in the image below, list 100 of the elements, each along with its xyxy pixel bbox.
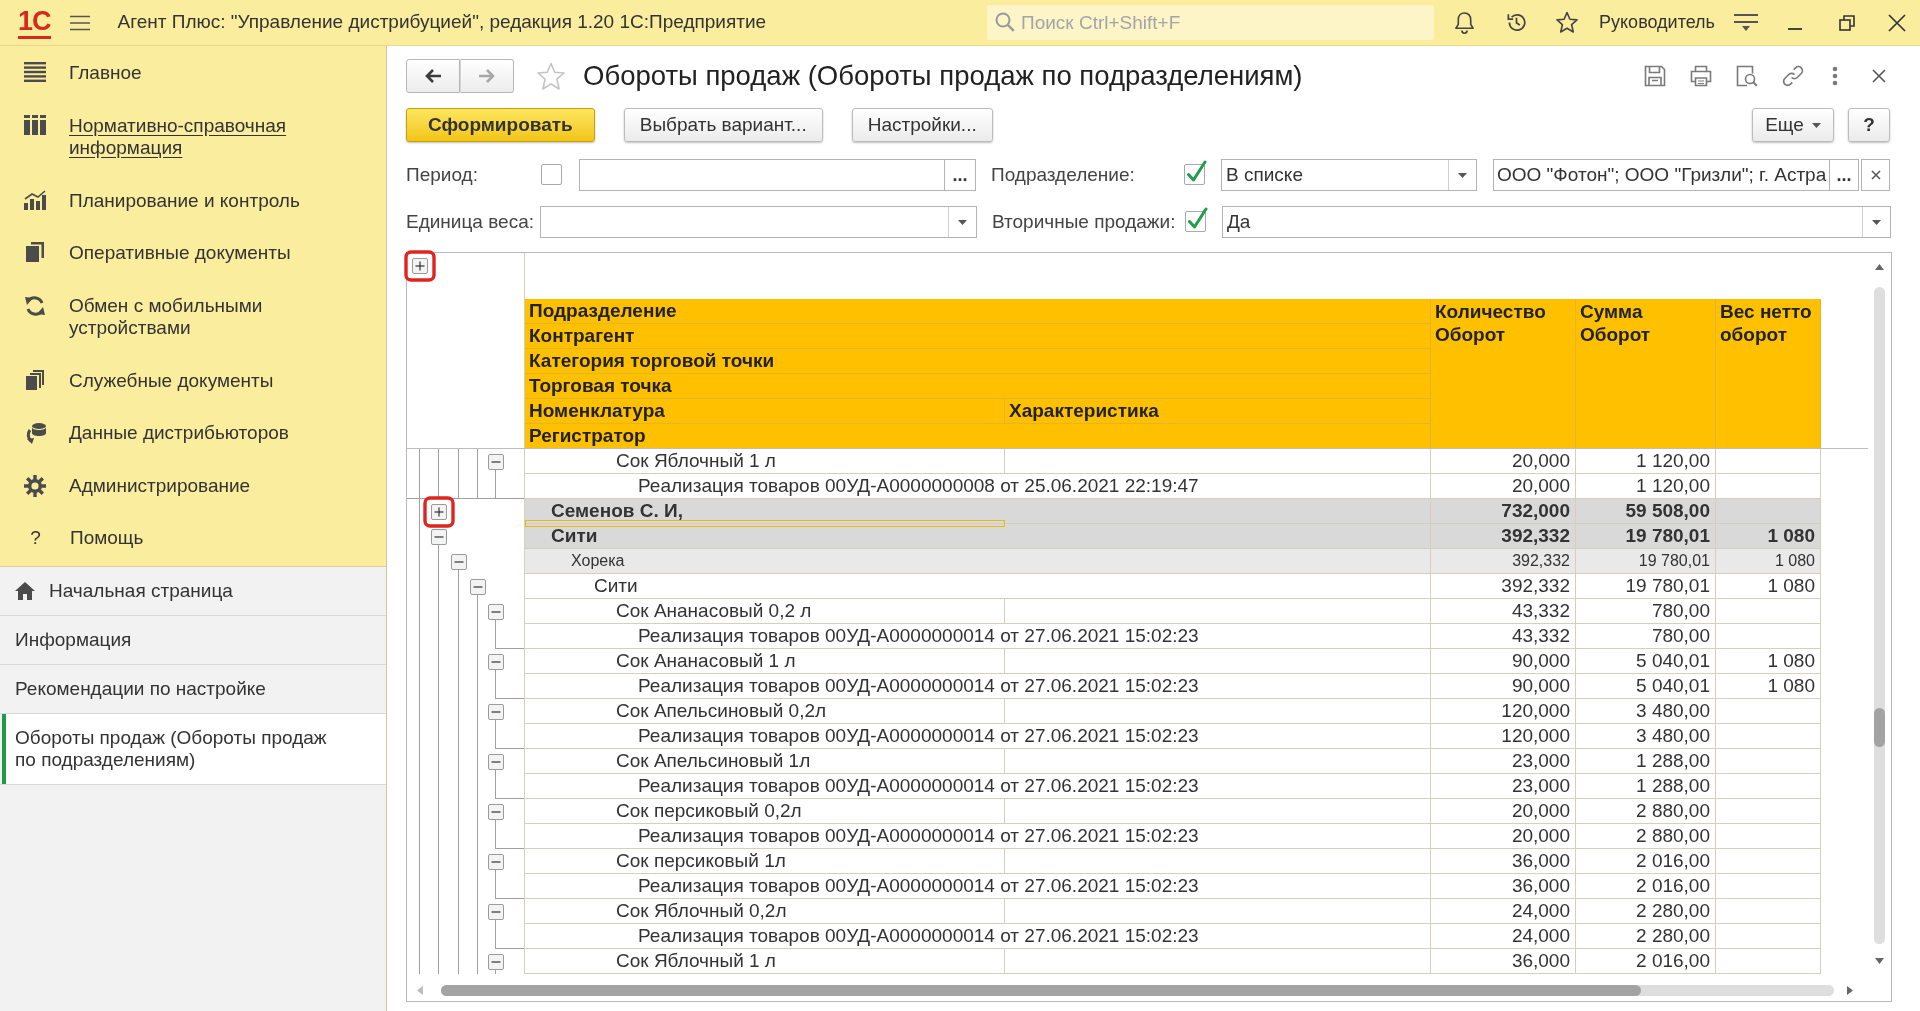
column-header: Контрагент — [525, 324, 1431, 349]
dropdown-arrow-icon[interactable] — [958, 219, 967, 225]
column-header: Номенклатура — [525, 399, 1005, 424]
section-link[interactable]: Обмен с мобильными устройствами — [0, 279, 386, 355]
table-cell: 36,000 — [1431, 849, 1576, 874]
close-icon[interactable] — [1888, 13, 1906, 32]
collapse-toggle-icon[interactable] — [487, 953, 504, 970]
table-cell: 20,000 — [1431, 474, 1576, 499]
preview-icon[interactable] — [1736, 65, 1758, 87]
table-cell: Реализация товаров 00УД-А0000000014 от 27.06.2021 15:02:23 — [525, 924, 1431, 949]
period-field[interactable] — [579, 159, 945, 191]
condition-select[interactable]: В списке — [1221, 159, 1477, 191]
scroll-right-icon[interactable] — [1847, 985, 1853, 995]
table-cell: 24,000 — [1431, 899, 1576, 924]
checkbox[interactable] — [1183, 160, 1207, 186]
home-icon — [14, 581, 36, 601]
open-window-tab[interactable]: Информация — [0, 616, 386, 665]
collapse-toggle-icon[interactable] — [487, 853, 504, 870]
back-button[interactable] — [406, 59, 460, 93]
save-icon[interactable] — [1644, 65, 1666, 87]
table-cell: 2 280,00 — [1576, 924, 1716, 949]
vertical-scrollbar[interactable] — [1874, 287, 1885, 944]
collapse-toggle-icon[interactable] — [487, 903, 504, 920]
filter-label: Период: — [406, 162, 478, 187]
close-icon[interactable] — [1872, 69, 1886, 83]
more-button[interactable]: Еще — [1752, 108, 1834, 142]
open-window-tab[interactable]: Обороты продаж (Обороты продаж по подразделениям) — [0, 714, 386, 785]
collapse-toggle-icon[interactable] — [487, 603, 504, 620]
table-cell: Сок Апельсиновый 1л — [525, 749, 1005, 774]
scrollbar-thumb[interactable] — [1874, 708, 1885, 747]
collapse-toggle-icon[interactable] — [487, 703, 504, 720]
section-link[interactable]: ? Помощь — [0, 512, 386, 565]
section-link[interactable]: Нормативно-справочная информация — [0, 99, 386, 175]
table-cell: 23,000 — [1431, 774, 1576, 799]
toolbar-button[interactable]: Выбрать вариант... — [623, 108, 823, 142]
column-header: Сумма Оборот — [1576, 299, 1716, 448]
print-icon[interactable] — [1690, 65, 1712, 87]
user-name[interactable]: Руководитель — [1599, 9, 1715, 36]
bell-icon[interactable] — [1454, 11, 1476, 34]
choose-button[interactable]: ... — [1830, 159, 1859, 191]
collapse-toggle-icon[interactable] — [487, 753, 504, 770]
table-cell: 120,000 — [1431, 724, 1576, 749]
section-link[interactable]: Главное — [0, 47, 386, 100]
database-sync-icon — [24, 422, 46, 444]
search-field[interactable]: Поиск Ctrl+Shift+F — [987, 5, 1435, 40]
section-link[interactable]: Данные дистрибьюторов — [0, 407, 386, 460]
history-icon[interactable] — [1505, 11, 1529, 34]
expand-all-toggle-icon[interactable] — [404, 250, 436, 282]
expand-toggle-icon[interactable] — [422, 495, 455, 528]
choose-button[interactable]: ... — [945, 159, 976, 191]
functions-menu-icon[interactable] — [1733, 12, 1759, 33]
help-button[interactable]: ? — [1848, 108, 1890, 142]
table-cell: 2 880,00 — [1576, 799, 1716, 824]
table-cell: Сок Яблочный 0,2л — [525, 899, 1005, 924]
dropdown-arrow-icon[interactable] — [1872, 219, 1881, 225]
section-link[interactable]: Администрирование — [0, 459, 386, 512]
table-cell: 19 780,01 — [1576, 574, 1716, 599]
list-icon — [24, 62, 46, 84]
more-icon[interactable] — [1832, 66, 1838, 86]
scroll-down-icon[interactable] — [1875, 958, 1884, 964]
documents-icon — [24, 242, 46, 264]
star-icon[interactable] — [1555, 11, 1580, 34]
scroll-up-icon[interactable] — [1875, 264, 1884, 270]
table-cell: 780,00 — [1576, 624, 1716, 649]
section-link[interactable]: Служебные документы — [0, 354, 386, 407]
table-cell: 1 120,00 — [1576, 449, 1716, 474]
collapse-toggle-icon[interactable] — [469, 578, 486, 595]
checkbox[interactable] — [1184, 207, 1208, 233]
table-cell: 43,332 — [1431, 624, 1576, 649]
collapse-toggle-icon[interactable] — [450, 553, 467, 570]
link-icon[interactable] — [1782, 65, 1804, 87]
table-cell: 732,000 — [1431, 499, 1576, 524]
section-link[interactable]: Оперативные документы — [0, 227, 386, 280]
refresh-icon — [24, 294, 46, 317]
dropdown-arrow-icon[interactable] — [1458, 172, 1467, 178]
table-cell: 3 480,00 — [1576, 699, 1716, 724]
collapse-toggle-icon[interactable] — [487, 803, 504, 820]
section-link[interactable]: Планирование и контроль — [0, 174, 386, 227]
table-cell: 43,332 — [1431, 599, 1576, 624]
table-cell: Семенов С. И, — [525, 499, 1431, 524]
column-header: Подразделение — [525, 299, 1431, 324]
flag-select[interactable]: Да — [1222, 206, 1891, 238]
table-cell: 2 016,00 — [1576, 949, 1716, 974]
table-cell: Сок Ананасовый 0,2 л — [525, 599, 1005, 624]
menu-icon[interactable] — [69, 14, 90, 31]
open-window-tab[interactable]: Начальная страница — [0, 567, 386, 616]
table-cell: 3 480,00 — [1576, 724, 1716, 749]
value-field[interactable]: ООО "Фотон"; ООО "Гризли"; г. Астра — [1493, 159, 1830, 191]
collapse-toggle-icon[interactable] — [487, 653, 504, 670]
toolbar-button[interactable]: Сформировать — [406, 108, 595, 142]
caret-icon[interactable] — [1811, 122, 1821, 128]
restore-icon[interactable] — [1839, 14, 1855, 31]
clear-button[interactable] — [1861, 159, 1890, 191]
toolbar-button[interactable]: Настройки... — [851, 108, 993, 142]
filter-label: Вторичные продажи: — [992, 209, 1176, 234]
table-cell: 1 288,00 — [1576, 774, 1716, 799]
form-title: Обороты продаж (Обороты продаж по подразделениям) — [583, 60, 1303, 92]
collapse-toggle-icon[interactable] — [430, 528, 447, 545]
collapse-toggle-icon[interactable] — [487, 453, 504, 470]
favorite-star-icon[interactable] — [536, 61, 566, 91]
